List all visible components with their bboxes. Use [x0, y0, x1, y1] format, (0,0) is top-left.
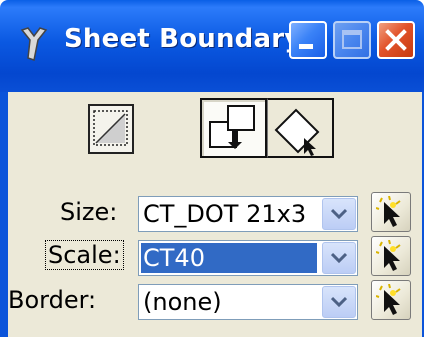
title-bar[interactable]: Sheet Boundary — [0, 0, 424, 92]
pick-cursor-icon — [376, 284, 401, 315]
border-select-value: (none) — [143, 288, 222, 316]
chevron-down-icon — [331, 296, 347, 308]
border-label: Border: — [8, 286, 97, 314]
border-pick-button[interactable] — [371, 280, 411, 320]
pick-cursor-icon — [376, 240, 401, 271]
close-icon — [385, 29, 407, 51]
rotate-boundary-tool-button[interactable] — [267, 98, 334, 158]
maximize-button[interactable] — [333, 21, 371, 59]
pick-cursor-icon — [376, 196, 401, 227]
minimize-icon — [299, 44, 313, 49]
minimize-button[interactable] — [289, 21, 327, 59]
scale-label: Scale: — [45, 240, 124, 270]
sheet-boundary-dialog: Sheet Boundary Size: CT_DOT 21x3 Scale: … — [0, 0, 424, 337]
size-select-value: CT_DOT 21x3 — [143, 200, 307, 228]
scale-select[interactable]: CT40 — [138, 240, 358, 276]
size-select[interactable]: CT_DOT 21x3 — [138, 196, 358, 232]
dialog-body: Size: CT_DOT 21x3 Scale: CT40 Border: (n… — [8, 92, 422, 337]
border-dropdown-button[interactable] — [322, 286, 356, 318]
scale-select-value: CT40 — [141, 243, 317, 273]
window-title: Sheet Boundary — [64, 24, 302, 54]
border-select[interactable]: (none) — [138, 284, 358, 320]
size-dropdown-button[interactable] — [322, 198, 356, 230]
scale-pick-button[interactable] — [371, 236, 411, 276]
place-boundary-icon — [93, 110, 128, 146]
app-icon — [20, 27, 48, 61]
place-boundary-tool-button[interactable] — [88, 104, 134, 154]
size-pick-button[interactable] — [371, 192, 411, 232]
close-button[interactable] — [377, 21, 415, 59]
rotate-boundary-icon — [274, 108, 320, 156]
maximize-icon — [342, 30, 362, 49]
scale-dropdown-button[interactable] — [322, 242, 356, 274]
chevron-down-icon — [331, 252, 347, 264]
size-label: Size: — [60, 198, 118, 226]
fit-to-shape-tool-button[interactable] — [200, 98, 267, 158]
chevron-down-icon — [331, 208, 347, 220]
window-frame-left — [0, 92, 8, 337]
fit-to-shape-icon — [209, 105, 255, 149]
